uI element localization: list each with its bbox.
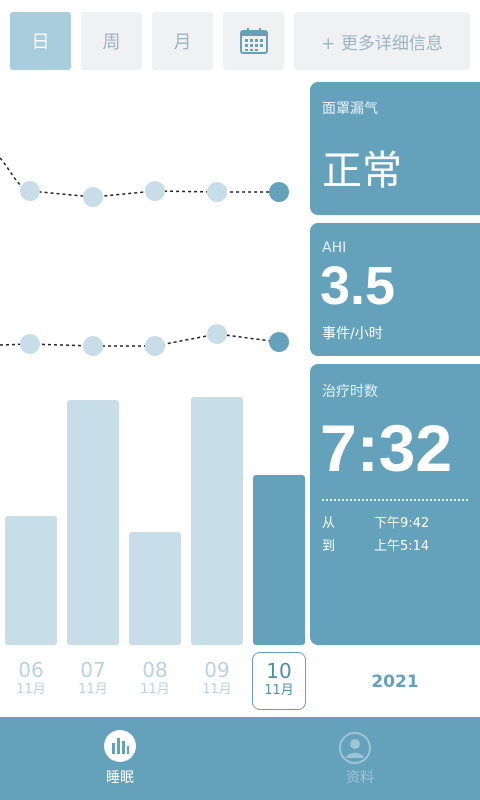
- trend-lines: [0, 157, 289, 356]
- usage-bar[interactable]: [191, 397, 243, 645]
- date-month: 11月: [264, 683, 294, 698]
- from-label: 从: [322, 516, 336, 531]
- nav-profile-label: 资料: [346, 770, 374, 786]
- ahi-trend-line: [0, 333, 280, 347]
- to-value: 上午5:14: [374, 539, 430, 554]
- ahi-value: 3.5: [320, 256, 396, 316]
- leak-point: [207, 182, 227, 202]
- leak-point: [269, 182, 289, 202]
- sleep-chart-icon: [104, 730, 136, 762]
- more-details-button[interactable]: + 更多详细信息: [294, 12, 470, 70]
- ahi-point: [269, 332, 289, 352]
- usage-bar[interactable]: [253, 475, 305, 645]
- date-item-06[interactable]: 06 11月: [4, 652, 58, 710]
- date-day: 07: [80, 658, 106, 682]
- therapy-hours-value: 7:32: [320, 411, 453, 485]
- date-day: 09: [204, 658, 230, 682]
- usage-bar[interactable]: [67, 400, 119, 645]
- date-day: 08: [142, 658, 168, 682]
- date-item-09[interactable]: 09 11月: [190, 652, 244, 710]
- bottom-nav: 睡眠 资料: [0, 717, 480, 800]
- date-day: 06: [18, 658, 44, 682]
- nav-sleep[interactable]: 睡眠: [0, 717, 240, 800]
- from-value: 下午9:42: [374, 516, 430, 531]
- ahi-point: [145, 336, 165, 356]
- leak-point: [20, 181, 40, 201]
- usage-bar[interactable]: [129, 532, 181, 645]
- date-month: 11月: [78, 682, 108, 697]
- date-month: 11月: [140, 682, 170, 697]
- ahi-unit: 事件/小时: [322, 326, 383, 342]
- to-label: 到: [322, 539, 336, 554]
- leak-trend-line: [0, 157, 279, 198]
- date-item-08[interactable]: 08 11月: [128, 652, 182, 710]
- mask-leak-card[interactable]: 面罩漏气 正常: [310, 82, 480, 215]
- leak-point: [145, 181, 165, 201]
- divider: [322, 499, 468, 501]
- date-month: 11月: [16, 682, 46, 697]
- mask-leak-label: 面罩漏气: [322, 101, 378, 117]
- nav-profile[interactable]: 资料: [240, 717, 480, 800]
- date-day: 10: [266, 659, 292, 683]
- date-month: 11月: [202, 682, 232, 697]
- therapy-hours-card[interactable]: 治疗时数 7:32 从 下午9:42 到 上午5:14: [310, 364, 480, 645]
- profile-icon: [339, 732, 371, 764]
- ahi-point: [20, 334, 40, 354]
- leak-point: [83, 187, 103, 207]
- therapy-hours-label: 治疗时数: [322, 384, 378, 400]
- usage-bar[interactable]: [5, 516, 57, 645]
- ahi-card[interactable]: AHI 3.5 事件/小时: [310, 223, 480, 356]
- ahi-point: [83, 336, 103, 356]
- nav-sleep-label: 睡眠: [106, 770, 134, 786]
- date-item-07[interactable]: 07 11月: [66, 652, 120, 710]
- year-label: 2021: [371, 672, 419, 692]
- ahi-label: AHI: [322, 240, 347, 256]
- ahi-point: [207, 324, 227, 344]
- mask-leak-value: 正常: [322, 148, 402, 194]
- date-item-10[interactable]: 10 11月: [252, 652, 306, 710]
